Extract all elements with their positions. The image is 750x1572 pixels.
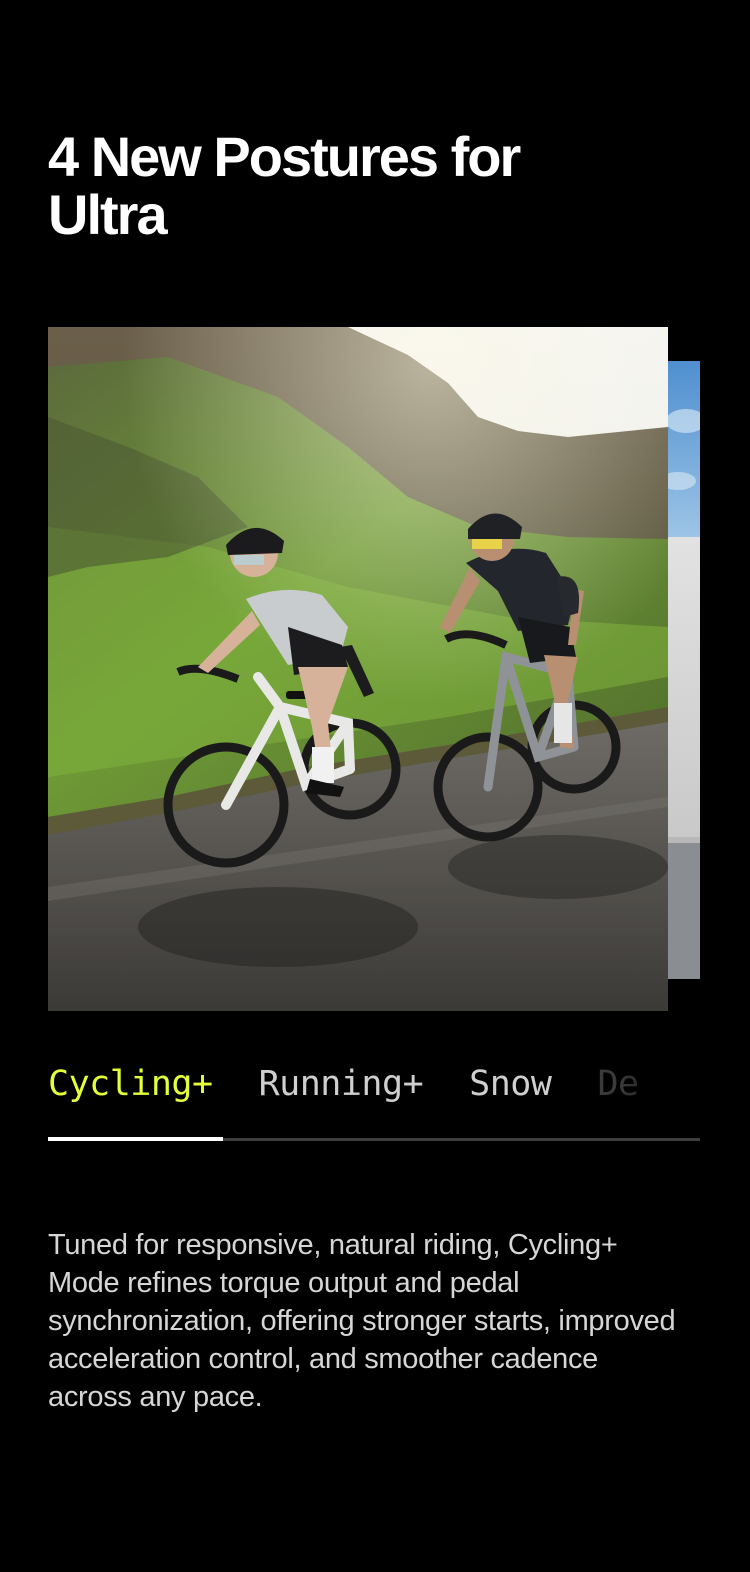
posture-description: Tuned for responsive, natural riding, Cy… [48,1229,676,1413]
cycling-slide-image[interactable] [48,327,668,1011]
next-slide-image[interactable] [668,361,700,979]
tab-snow[interactable]: Snow [469,1058,552,1110]
page-title: 4 New Postures for Ultra [48,125,521,246]
tab-cycling[interactable]: Cycling+ [48,1058,213,1110]
tabs-fade-overlay [620,1058,700,1118]
posture-carousel[interactable] [48,327,700,1011]
tab-progress-track [48,1137,700,1141]
tab-running[interactable]: Running+ [259,1058,424,1110]
posture-tabs: Cycling+ Running+ Snow De [48,1058,700,1118]
tab-progress-indicator [48,1137,223,1141]
